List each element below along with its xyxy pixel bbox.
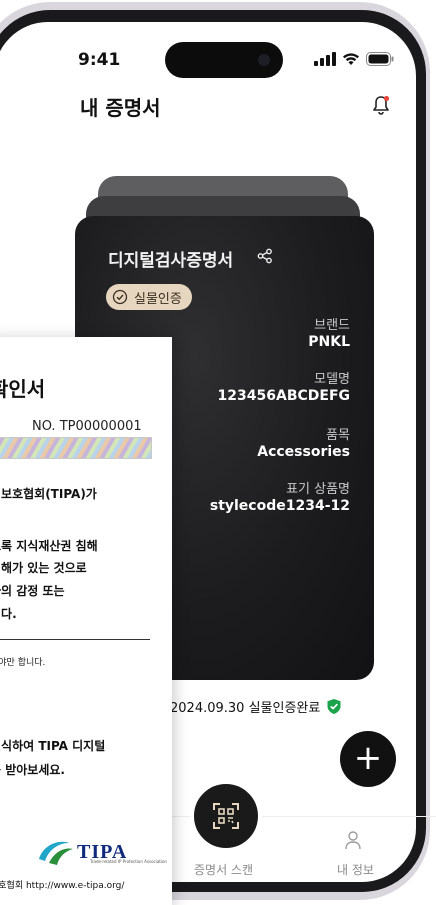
wifi-icon [343, 53, 359, 65]
badge-label: 실물인증 [134, 291, 182, 307]
document-paragraph: 인식하여 TIPA 디지털 [0, 739, 106, 753]
qr-scan-icon [213, 803, 239, 829]
document-number: NO. TP00000001 [32, 419, 142, 434]
category-value: Accessories [257, 444, 350, 460]
model-label: 모델명 [314, 372, 350, 387]
nav-scan-label[interactable]: 증명서 스캔 [194, 861, 253, 878]
document-paragraph: 니다. [0, 607, 17, 621]
logo-subtext: Trade-related IP Protection Association [90, 859, 167, 864]
certificate-document: 확인서 NO. TP00000001 권보호협회(TIPA)가 도록 지식재산권… [0, 337, 172, 905]
divider [0, 639, 150, 640]
nav-profile-label[interactable]: 내 정보 [337, 861, 374, 878]
person-icon[interactable] [344, 830, 362, 850]
share-icon[interactable] [257, 248, 273, 264]
check-circle-icon [112, 289, 128, 305]
signal-icon [314, 52, 336, 66]
brand-value: PNKL [308, 334, 350, 350]
scan-button[interactable] [190, 780, 262, 852]
document-note: 해야만 합니다. [0, 658, 46, 668]
document-title: 확인서 [0, 377, 46, 401]
certification-text: 2024.09.30 실물인증완료 [170, 701, 321, 716]
security-strip [0, 437, 152, 459]
category-label: 품목 [326, 428, 350, 443]
status-time: 9:41 [78, 50, 121, 70]
brand-label: 브랜드 [314, 318, 350, 333]
notification-bell-icon[interactable] [370, 94, 392, 116]
verified-shield-icon [327, 699, 341, 714]
model-value: 123456ABCDEFG [217, 388, 350, 404]
certification-status: 2024.09.30 실물인증완료 [170, 697, 342, 716]
document-paragraph: 권보호협회(TIPA)가 [0, 487, 97, 501]
document-paragraph: 침해가 있는 것으로 [0, 561, 87, 575]
camera-dot [258, 54, 270, 66]
card-title: 디지털검사증명서 [108, 251, 234, 271]
battery-icon [366, 52, 394, 66]
document-paragraph: 도록 지식재산권 침해 [0, 539, 98, 553]
document-footer: 보호협회 http://www.e-tipa.org/ [0, 881, 125, 891]
tipa-swoosh-icon [39, 841, 73, 865]
verified-badge: 실물인증 [106, 284, 192, 310]
page-title: 내 증명서 [80, 96, 161, 120]
product-name-label: 표기 상품명 [286, 482, 350, 497]
status-icons [314, 52, 394, 66]
document-paragraph: 자의 감정 또는 [0, 584, 65, 598]
product-name-value: stylecode1234-12 [209, 498, 350, 514]
add-button[interactable]: + [340, 731, 396, 787]
document-paragraph: 를 받아보세요. [0, 763, 65, 777]
